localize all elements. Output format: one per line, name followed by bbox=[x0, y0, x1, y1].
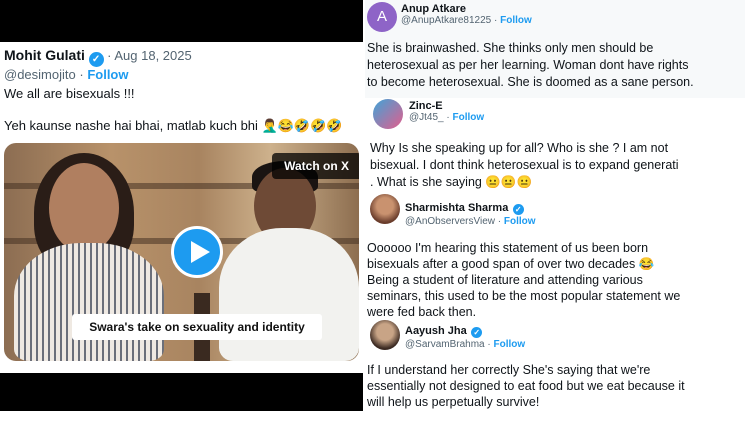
avatar[interactable] bbox=[370, 194, 400, 224]
author-name[interactable]: Mohit Gulati bbox=[4, 47, 85, 63]
video-thumbnail-person bbox=[219, 228, 359, 361]
reply-text-line: were fed back then. bbox=[367, 305, 477, 319]
author-name[interactable]: Zinc-E bbox=[409, 100, 484, 112]
verified-badge-icon: ✓ bbox=[88, 52, 104, 67]
avatar[interactable] bbox=[370, 320, 400, 350]
video-player[interactable]: Watch on X Swara's take on sexuality and… bbox=[4, 143, 359, 361]
emoji-sequence: 🤦‍♂️😂🤣🤣🤣 bbox=[261, 118, 343, 133]
reply-text-line: . What is she saying 😐😐😐 bbox=[370, 175, 533, 189]
reply-text-line: seminars, this used to be the most popul… bbox=[367, 289, 681, 303]
author-handle[interactable]: @SarvamBrahma bbox=[405, 339, 485, 350]
video-thumbnail-person bbox=[14, 243, 164, 361]
reply-header: Aayush Jha ✓ @SarvamBrahma · Follow bbox=[405, 325, 526, 350]
reply-text-line: Being a student of literature and attend… bbox=[367, 273, 643, 287]
reply-text-line: will help us perpetually survive! bbox=[367, 395, 540, 409]
reply-text-line: Why Is she speaking up for all? Who is s… bbox=[370, 141, 669, 155]
avatar[interactable]: A bbox=[367, 2, 397, 32]
watch-on-x-button[interactable]: Watch on X bbox=[272, 153, 359, 179]
reply-header: Zinc-E @Jt45_ · Follow bbox=[409, 100, 485, 123]
follow-button[interactable]: Follow bbox=[453, 112, 485, 123]
reply-text-line: Oooooo I'm hearing this statement of us … bbox=[367, 241, 649, 255]
tweet-text-line2: Yeh kaunse nashe hai bhai, matlab kuch b… bbox=[4, 118, 343, 134]
verified-badge-icon: ✓ bbox=[471, 327, 483, 338]
emoji-sequence: 😐😐😐 bbox=[485, 175, 533, 189]
emoji-sequence: 😂 bbox=[638, 257, 655, 271]
reply-text-line: She is brainwashed. She thinks only men … bbox=[367, 41, 654, 55]
video-caption: Swara's take on sexuality and identity bbox=[72, 314, 322, 340]
follow-button[interactable]: Follow bbox=[500, 15, 532, 26]
tweet-date[interactable]: · Aug 18, 2025 bbox=[107, 48, 192, 63]
verified-badge-icon: ✓ bbox=[512, 204, 524, 215]
tweet-text-line1: We all are bisexuals !!! bbox=[4, 86, 135, 101]
reply-text-line: heterosexual as per her learning. Woman … bbox=[367, 58, 689, 72]
main-tweet-panel: Mohit Gulati ✓ · Aug 18, 2025 @desimojit… bbox=[0, 0, 363, 411]
video-thumbnail-person bbox=[49, 163, 119, 253]
author-handle[interactable]: @AnupAtkare81225 bbox=[401, 15, 491, 26]
reply-header: Anup Atkare @AnupAtkare81225 · Follow bbox=[401, 3, 532, 26]
author-handle[interactable]: @AnObserversView bbox=[405, 216, 495, 227]
reply-text-line: If I understand her correctly She's sayi… bbox=[367, 363, 651, 377]
main-tweet-header: Mohit Gulati ✓ · Aug 18, 2025 bbox=[4, 47, 192, 67]
tweet-text: Yeh kaunse nashe hai bhai, matlab kuch b… bbox=[4, 118, 258, 133]
author-handle[interactable]: @desimojito bbox=[4, 67, 76, 82]
author-name[interactable]: Sharmishta Sharma bbox=[405, 202, 508, 214]
follow-button[interactable]: Follow bbox=[504, 216, 536, 227]
author-handle[interactable]: @Jt45_ bbox=[409, 112, 444, 123]
play-button[interactable] bbox=[171, 226, 223, 278]
play-icon bbox=[191, 241, 210, 263]
reply-text-line: bisexuals after a good span of over two … bbox=[367, 257, 655, 271]
follow-button[interactable]: Follow bbox=[494, 339, 526, 350]
reply-text-line: essentially not designed to eat food but… bbox=[367, 379, 685, 393]
replies-panel: A Anup Atkare @AnupAtkare81225 · Follow … bbox=[365, 0, 745, 434]
reply-text-line: bisexual. I dont think heterosexual is t… bbox=[370, 158, 679, 172]
avatar[interactable] bbox=[373, 99, 403, 129]
top-black-bar bbox=[0, 0, 363, 42]
reply-header: Sharmishta Sharma ✓ @AnObserversView · F… bbox=[405, 202, 536, 227]
author-name[interactable]: Anup Atkare bbox=[401, 3, 532, 15]
bottom-black-bar bbox=[0, 373, 363, 411]
reply-text-line: to become heterosexual. She is doomed as… bbox=[367, 75, 694, 89]
main-handle-line: @desimojito · Follow bbox=[4, 67, 129, 82]
follow-button[interactable]: Follow bbox=[87, 67, 128, 82]
author-name[interactable]: Aayush Jha bbox=[405, 325, 467, 337]
